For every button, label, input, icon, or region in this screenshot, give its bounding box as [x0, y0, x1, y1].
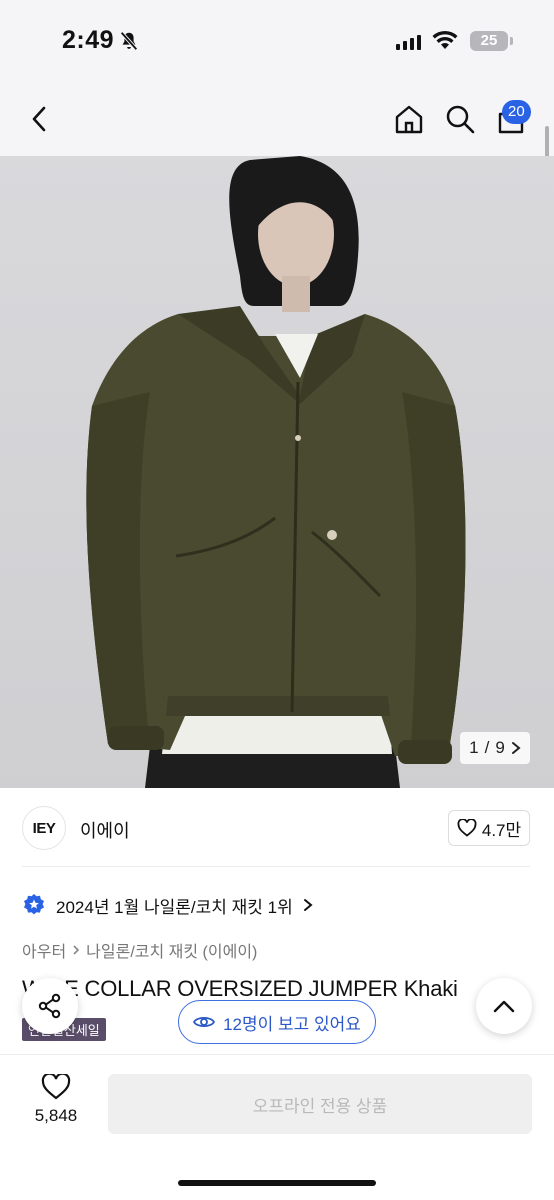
viewers-text: 12명이 보고 있어요 [223, 1014, 361, 1034]
image-current: 1 [469, 738, 479, 757]
top-nav [0, 84, 554, 156]
wishlist-button[interactable]: 5,848 [28, 1074, 84, 1134]
eye-icon [193, 1016, 216, 1028]
ranking-text: 2024년 1월 나일론/코치 재킷 1위 [56, 897, 293, 917]
share-button[interactable] [22, 978, 78, 1034]
viewers-badge: 12명이 보고 있어요 [178, 1000, 376, 1044]
divider [22, 866, 530, 867]
breadcrumb-subcategory[interactable]: 나일론/코치 재킷 (이에이) [86, 938, 257, 962]
breadcrumb: 아우터 나일론/코치 재킷 (이에이) [22, 938, 257, 962]
brand-like-button[interactable]: 4.7만 [448, 810, 530, 846]
product-title: WIDE COLLAR OVERSIZED JUMPER Khaki [22, 976, 458, 1001]
image-counter[interactable]: 1 / 9 [460, 732, 530, 764]
status-bar: 2:49 25 [0, 0, 554, 84]
chevron-right-icon [73, 945, 80, 955]
battery-icon: 25 [470, 31, 508, 51]
status-time: 2:49 [62, 26, 115, 54]
image-separator: / [484, 738, 490, 757]
search-button[interactable] [443, 102, 477, 136]
home-indicator [178, 1180, 376, 1186]
home-button[interactable] [392, 102, 426, 136]
buy-button[interactable]: 오프라인 전용 상품 [108, 1074, 532, 1134]
jacket-photo [86, 156, 466, 788]
image-total: 9 [495, 738, 505, 757]
cart-count-badge: 20 [502, 100, 531, 124]
home-icon [395, 105, 423, 134]
scroll-top-button[interactable] [476, 978, 532, 1034]
ranking-link[interactable]: 2024년 1월 나일론/코치 재킷 1위 [22, 890, 313, 920]
heart-icon [41, 1074, 71, 1100]
chevron-right-icon [511, 742, 521, 754]
share-icon [38, 993, 61, 1019]
chevron-up-icon [493, 1000, 515, 1013]
search-icon [446, 105, 475, 134]
brand-row: IEY 이에이 4.7만 [0, 800, 554, 856]
breadcrumb-category[interactable]: 아우터 [22, 938, 66, 962]
brand-name[interactable]: 이에이 [80, 817, 130, 843]
back-button[interactable] [22, 102, 56, 136]
chevron-left-icon [32, 106, 46, 132]
signal-icon [396, 34, 421, 50]
brand-logo[interactable]: IEY [22, 806, 66, 850]
wifi-icon [432, 30, 458, 49]
bell-off-icon [120, 31, 138, 51]
chevron-right-icon [303, 899, 313, 911]
battery-tip [510, 37, 513, 45]
product-image[interactable] [0, 156, 554, 788]
wishlist-count: 5,848 [34, 1106, 78, 1125]
brand-like-count: 4.7만 [481, 820, 522, 840]
heart-icon [457, 819, 477, 837]
ranking-badge-icon [24, 894, 44, 915]
